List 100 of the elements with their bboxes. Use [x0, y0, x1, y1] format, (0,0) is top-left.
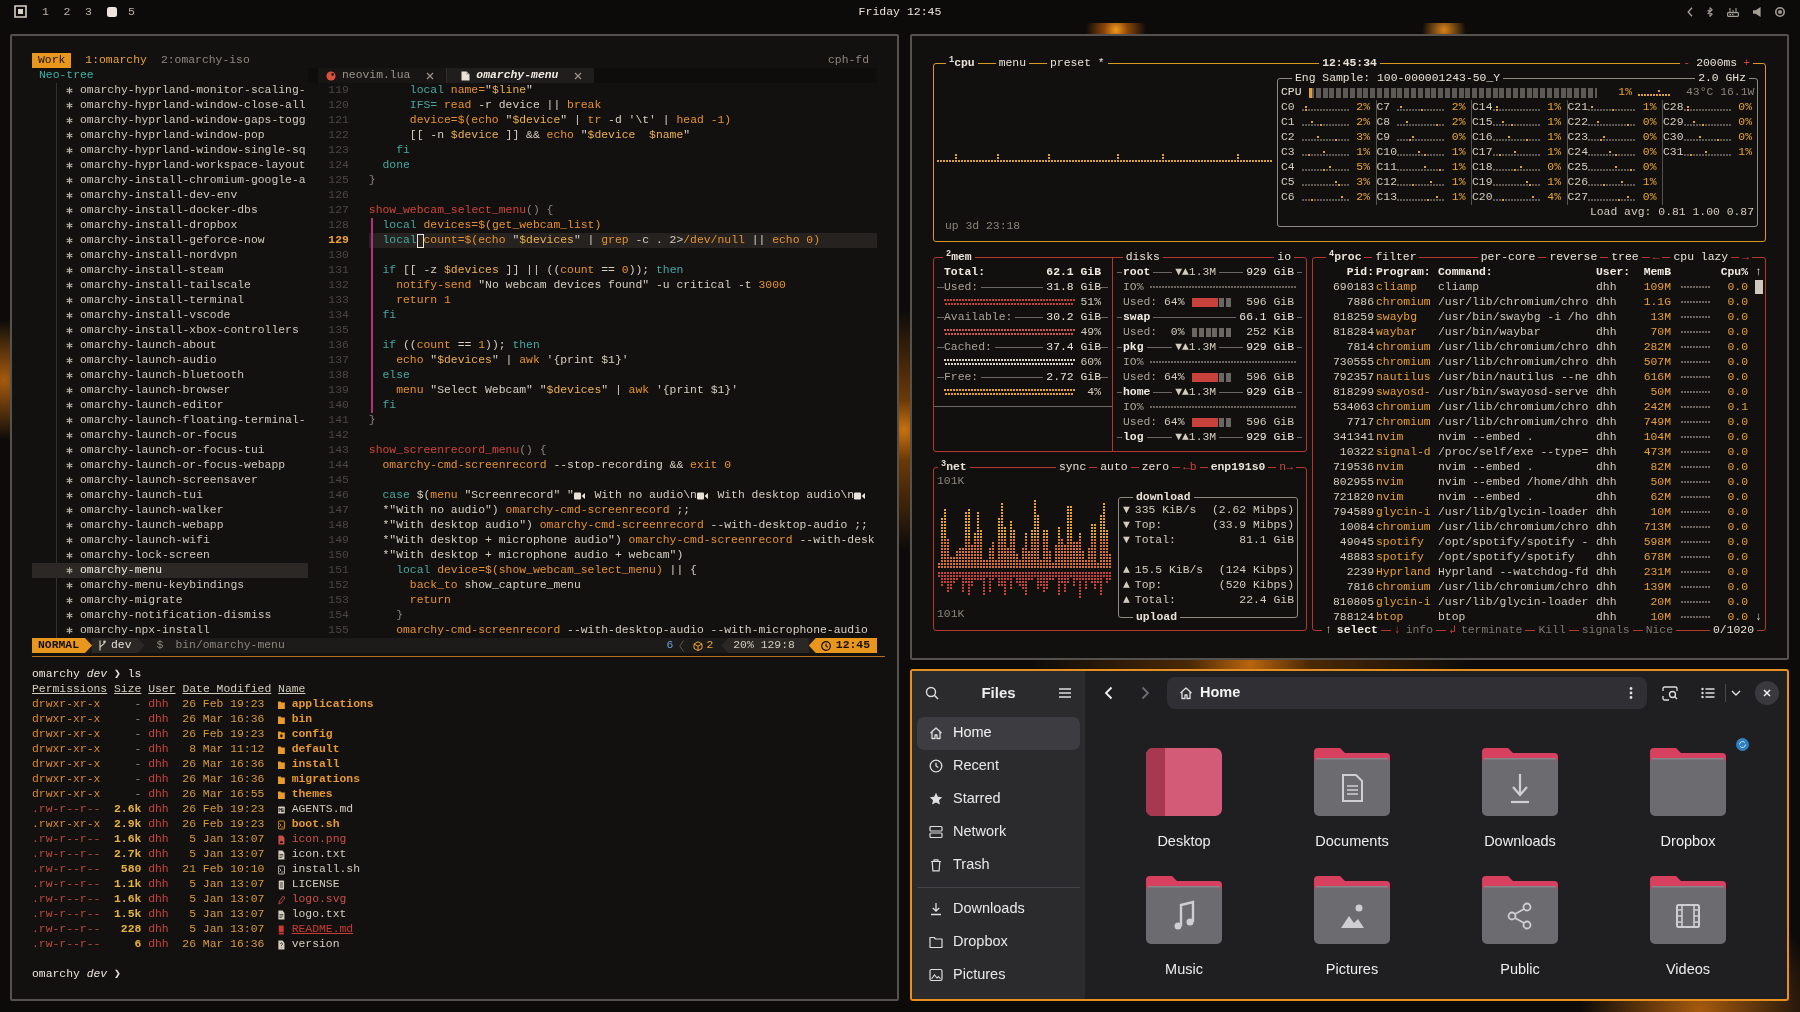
io-label: IO%: [1123, 279, 1144, 295]
close-icon[interactable]: [426, 71, 435, 80]
scroll-up-button[interactable]: ↑: [1755, 264, 1762, 280]
bluetooth-icon[interactable]: [1707, 6, 1713, 17]
editor-tab[interactable]: neovim.lua: [318, 68, 448, 83]
sidebar-item[interactable]: Recent: [917, 749, 1080, 783]
tree-item[interactable]: omarchy-launch-tui: [32, 488, 308, 503]
scrollbar-thumb[interactable]: [1754, 280, 1763, 294]
tree-item[interactable]: omarchy-install-terminal: [32, 293, 308, 308]
workspace-button[interactable]: 2: [63, 2, 71, 21]
app-menu-icon[interactable]: [14, 5, 27, 18]
workspace-button[interactable]: 5: [128, 2, 135, 21]
tree-item[interactable]: omarchy-launch-or-focus-webapp: [32, 458, 308, 473]
router-icon[interactable]: [1727, 6, 1739, 17]
file-name: logo.txt: [291, 907, 347, 922]
core-sparkline: [1492, 148, 1541, 157]
folder-item[interactable]: Pictures: [1292, 874, 1412, 978]
tree-item[interactable]: omarchy-install-steam: [32, 263, 308, 278]
folder-item[interactable]: Dropbox: [1628, 746, 1748, 850]
breadcrumb-button[interactable]: Home: [1179, 682, 1241, 704]
code-text: count=$(echo "$devices" | grep -c . 2>/dev/null || echo 0): [423, 233, 820, 248]
search-icon[interactable]: [925, 686, 939, 700]
close-icon[interactable]: [574, 71, 583, 80]
close-button[interactable]: [1755, 681, 1779, 705]
folder-item[interactable]: Documents: [1292, 746, 1412, 850]
tree-item[interactable]: omarchy-launch-browser: [32, 383, 308, 398]
tree-item[interactable]: omarchy-install-xbox-controllers: [32, 323, 308, 338]
tree-item[interactable]: omarchy-hyprland-workspace-layout: [32, 158, 308, 173]
tree-item[interactable]: omarchy-launch-wifi: [32, 533, 308, 548]
tree-item[interactable]: omarchy-lock-screen: [32, 548, 308, 563]
core-label: C28: [1663, 101, 1684, 113]
tmux-window-tab[interactable]: 2:omarchy-iso: [160, 53, 250, 68]
tree-item[interactable]: omarchy-install-chromium-google-a: [32, 173, 308, 188]
tree-item[interactable]: omarchy-launch-floating-terminal-: [32, 413, 308, 428]
date-cell: 5 Jan 13:07: [189, 832, 265, 847]
tree-item[interactable]: omarchy-install-dev-env: [32, 188, 308, 203]
chevron-left-icon[interactable]: [1687, 6, 1693, 17]
preset-toggle[interactable]: preset *: [1047, 56, 1108, 71]
tree-item[interactable]: omarchy-launch-screensaver: [32, 473, 308, 488]
command-cell: btop: [1438, 610, 1466, 623]
tree-item[interactable]: omarchy-npx-install: [32, 623, 308, 638]
share-folder-icon: [1480, 874, 1560, 946]
tree-item[interactable]: omarchy-launch-editor: [32, 398, 308, 413]
workspace-button[interactable]: 1: [42, 2, 49, 21]
tree-item[interactable]: omarchy-menu-keybindings: [32, 578, 308, 593]
menu-icon[interactable]: [1058, 687, 1072, 699]
tree-item[interactable]: omarchy-hyprland-window-single-sq: [32, 143, 308, 158]
sidebar-item[interactable]: Dropbox: [917, 925, 1080, 959]
permissions-cell: .rw-r--r--: [32, 847, 101, 862]
editor-tab[interactable]: omarchy-menu: [447, 68, 595, 83]
cpu-percent: 1%: [1618, 85, 1632, 100]
chevron-right-icon: [1140, 686, 1150, 700]
tree-item[interactable]: omarchy-install-dropbox: [32, 218, 308, 233]
text-cursor: [416, 233, 424, 248]
tree-item[interactable]: omarchy-launch-or-focus-tui: [32, 443, 308, 458]
tree-item[interactable]: omarchy-notification-dismiss: [32, 608, 308, 623]
active-workspace-icon[interactable]: [106, 6, 117, 17]
column-header: Size: [114, 682, 142, 697]
tmux-window-tab[interactable]: 1:omarchy: [85, 53, 147, 68]
tree-item[interactable]: omarchy-migrate: [32, 593, 308, 608]
speaker-icon[interactable]: [1753, 6, 1761, 17]
tree-item[interactable]: omarchy-launch-webapp: [32, 518, 308, 533]
sidebar-item[interactable]: Trash: [917, 848, 1080, 882]
folder-item[interactable]: Public: [1460, 874, 1580, 978]
sidebar-item[interactable]: Pictures: [917, 958, 1080, 992]
program-cell: chromium: [1376, 520, 1431, 533]
tree-item[interactable]: omarchy-hyprland-window-gaps-togg: [32, 113, 308, 128]
owner-cell: dhh: [148, 862, 169, 877]
folder-item[interactable]: Desktop: [1124, 746, 1244, 850]
folder-item[interactable]: Videos: [1628, 874, 1748, 978]
tree-item[interactable]: omarchy-launch-bluetooth: [32, 368, 308, 383]
disk-name: root: [1123, 264, 1151, 280]
sidebar-item[interactable]: Network: [917, 815, 1080, 849]
permissions-cell: drwxr-xr-x: [32, 712, 101, 727]
sidebar-item[interactable]: Downloads: [917, 892, 1080, 926]
folder-item[interactable]: Music: [1124, 874, 1244, 978]
sidebar-item[interactable]: Home: [917, 716, 1080, 750]
tree-item[interactable]: omarchy-hyprland-window-pop: [32, 128, 308, 143]
sidebar-item[interactable]: Starred: [917, 782, 1080, 816]
code-text: IFS= read -r device || break: [409, 98, 602, 113]
folder-item[interactable]: Downloads: [1460, 746, 1580, 850]
scroll-down-button[interactable]: ↓: [1755, 609, 1762, 625]
tree-item[interactable]: omarchy-install-vscode: [32, 308, 308, 323]
code-text: fi: [382, 398, 397, 413]
tree-item[interactable]: omarchy-install-nordvpn: [32, 248, 308, 263]
tree-item[interactable]: omarchy-launch-about: [32, 338, 308, 353]
tree-item[interactable]: omarchy-launch-walker: [32, 503, 308, 518]
circle-dot-icon[interactable]: [1775, 6, 1785, 17]
tree-item[interactable]: omarchy-hyprland-monitor-scaling-: [32, 83, 308, 98]
tree-item[interactable]: omarchy-hyprland-window-close-all: [32, 98, 308, 113]
tree-item[interactable]: omarchy-launch-audio: [32, 353, 308, 368]
tree-item[interactable]: omarchy-launch-or-focus: [32, 428, 308, 443]
owner-cell: dhh: [148, 727, 169, 742]
tree-item[interactable]: omarchy-install-tailscale: [32, 278, 308, 293]
tree-item[interactable]: omarchy-install-docker-dbs: [32, 203, 308, 218]
tree-item[interactable]: omarchy-menu: [32, 563, 308, 578]
workspace-button[interactable]: 3: [85, 2, 92, 21]
permissions-cell: drwxr-xr-x: [32, 742, 101, 757]
tree-item[interactable]: omarchy-install-geforce-now: [32, 233, 308, 248]
command-cell: /usr/bin/waybar: [1438, 325, 1541, 338]
